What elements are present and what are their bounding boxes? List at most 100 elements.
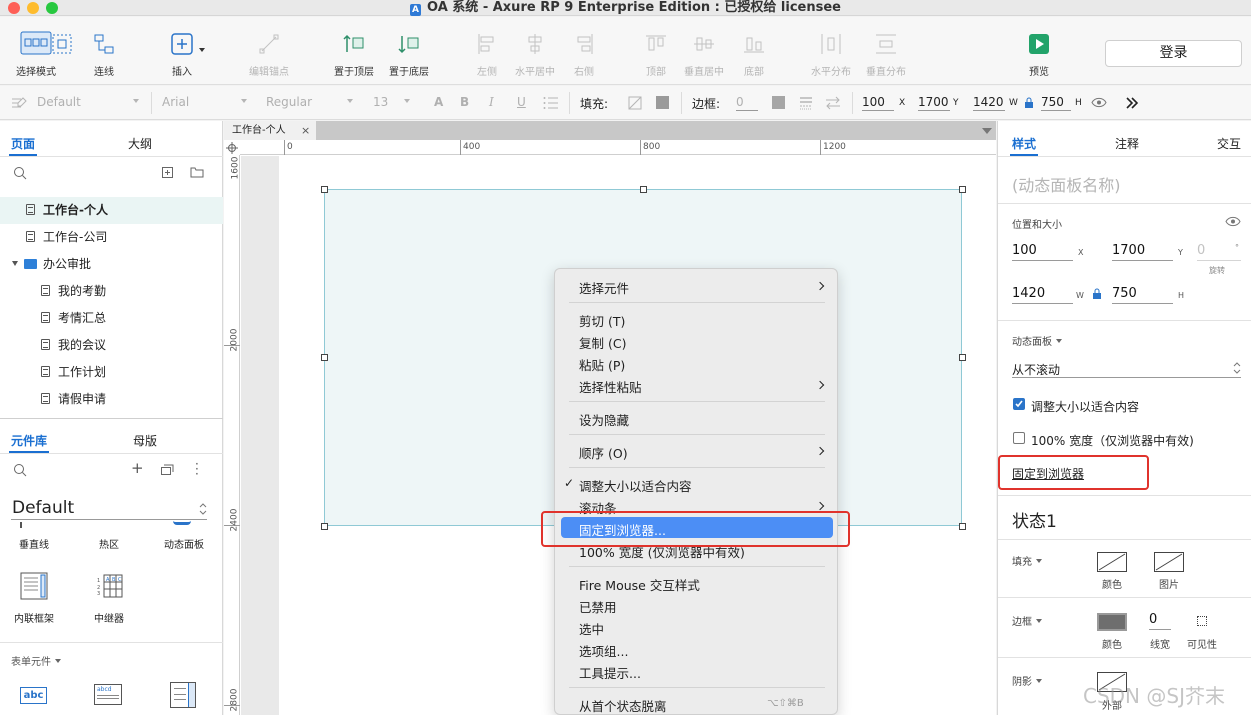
align-vcenter-button[interactable]: 垂直居中 <box>684 17 724 85</box>
align-right-button[interactable]: 右侧 <box>570 17 598 85</box>
distribute-h-button[interactable]: 水平分布 <box>811 17 851 85</box>
align-bottom-button[interactable]: 底部 <box>740 17 768 85</box>
underline-icon[interactable]: U <box>517 95 526 109</box>
bold-icon[interactable]: B <box>460 95 469 109</box>
menu-order[interactable]: 顺序 (O) <box>579 443 628 462</box>
expand-caret-icon[interactable] <box>12 261 18 266</box>
tab-library[interactable]: 元件库 <box>11 432 47 449</box>
updown-icon[interactable] <box>199 502 207 516</box>
tab-menu-icon[interactable] <box>982 128 992 134</box>
resize-handle[interactable] <box>321 186 328 193</box>
page-item[interactable]: 工作台-个人 <box>0 197 223 224</box>
page-item[interactable]: 工作台-公司 <box>0 224 223 251</box>
menu-cut[interactable]: 剪切 (T) <box>579 311 625 330</box>
tab-style[interactable]: 样式 <box>1012 135 1036 152</box>
scroll-select[interactable]: 从不滚动 <box>1012 361 1060 378</box>
insert-button[interactable]: 插入 <box>168 17 196 85</box>
tab-notes[interactable]: 注释 <box>1115 135 1139 152</box>
menu-option-group[interactable]: 选项组... <box>579 641 628 660</box>
updown-icon[interactable] <box>1233 361 1241 375</box>
border-width-input[interactable]: 0 <box>736 95 758 111</box>
border-color-swatch[interactable] <box>1097 613 1127 631</box>
menu-paste-special[interactable]: 选择性粘贴 <box>579 377 642 396</box>
menu-selected[interactable]: 选中 <box>579 619 604 638</box>
fit-content-checkbox[interactable] <box>1013 398 1025 410</box>
font-color-icon[interactable]: A <box>434 95 443 109</box>
y-input[interactable]: 1700 <box>1112 243 1173 261</box>
font-size-select[interactable]: 13 <box>373 95 388 109</box>
menu-tooltip[interactable]: 工具提示... <box>579 663 641 682</box>
menu-set-hidden[interactable]: 设为隐藏 <box>579 410 629 429</box>
w-input[interactable]: 1420 <box>973 95 1005 111</box>
form-widgets-section[interactable]: 表单元件 <box>11 653 61 668</box>
widget-vertical-line[interactable]: 垂直线 <box>5 536 63 551</box>
add-page-icon[interactable] <box>162 167 173 178</box>
fill-image-swatch[interactable] <box>1154 552 1184 572</box>
align-left-button[interactable]: 左侧 <box>473 17 501 85</box>
widget-name-input[interactable]: (动态面板名称) <box>1012 172 1121 196</box>
page-item[interactable]: 我的会议 <box>0 332 223 359</box>
font-select[interactable]: Arial <box>162 95 189 109</box>
lock-icon[interactable] <box>1024 97 1034 109</box>
eye-icon[interactable] <box>1225 216 1241 227</box>
widget-dynamic-panel[interactable]: 动态面板 <box>155 536 213 551</box>
tab-interactions[interactable]: 交互 <box>1217 135 1241 152</box>
library-select[interactable]: Default <box>12 498 74 518</box>
fill-section[interactable]: 填充 <box>1012 553 1042 568</box>
w-input[interactable]: 1420 <box>1012 286 1073 304</box>
menu-select-widget[interactable]: 选择元件 <box>579 278 629 297</box>
list-box-widget-icon[interactable] <box>170 682 196 708</box>
page-item[interactable]: 我的考勤 <box>0 278 223 305</box>
more-vertical-icon[interactable]: · · · <box>195 458 199 480</box>
align-top-button[interactable]: 顶部 <box>642 17 670 85</box>
full-width-checkbox[interactable] <box>1013 432 1025 444</box>
page-item[interactable]: 工作计划 <box>0 359 223 386</box>
resize-handle[interactable] <box>640 186 647 193</box>
page-item[interactable]: 请假申请 <box>0 386 223 413</box>
page-item[interactable]: 考情汇总 <box>0 305 223 332</box>
menu-paste[interactable]: 粘贴 (P) <box>579 355 625 374</box>
connect-button[interactable]: 连线 <box>90 17 118 85</box>
preview-button[interactable]: 预览 <box>1025 17 1053 85</box>
shadow-section[interactable]: 阴影 <box>1012 673 1042 688</box>
lock-icon[interactable] <box>1092 288 1102 300</box>
resize-handle[interactable] <box>959 523 966 530</box>
library-copy-icon[interactable] <box>161 464 174 475</box>
menu-detach-state[interactable]: 从首个状态脱离 <box>579 696 667 715</box>
tab-masters[interactable]: 母版 <box>133 432 157 449</box>
resize-handle[interactable] <box>959 186 966 193</box>
border-section[interactable]: 边框 <box>1012 613 1042 628</box>
border-style-icon[interactable] <box>799 96 813 110</box>
widget-hotspot[interactable]: 热区 <box>80 536 138 551</box>
y-input[interactable]: 1700 <box>918 95 950 111</box>
resize-handle[interactable] <box>959 354 966 361</box>
menu-fire-mouse[interactable]: Fire Mouse 交互样式 <box>579 575 700 594</box>
border-width-input[interactable]: 0 <box>1149 612 1171 630</box>
folder-item[interactable]: 办公审批 <box>0 251 223 278</box>
bring-front-button[interactable]: 置于顶层 <box>334 17 374 85</box>
widget-inline-frame[interactable]: 内联框架 <box>5 610 63 625</box>
border-visibility-icon[interactable] <box>1197 616 1207 626</box>
widget-repeater[interactable]: 中继器 <box>80 610 138 625</box>
add-folder-icon[interactable] <box>190 167 204 178</box>
style-select[interactable]: Default <box>37 95 81 109</box>
tab-outline[interactable]: 大纲 <box>128 135 152 152</box>
menu-fit-content[interactable]: 调整大小以适合内容 <box>579 476 692 495</box>
more-chevron-icon[interactable] <box>1125 96 1139 110</box>
dynamic-panel-section[interactable]: 动态面板 <box>1012 333 1062 348</box>
x-input[interactable]: 100 <box>862 95 894 111</box>
eye-icon[interactable] <box>1091 97 1107 108</box>
edit-anchor-button[interactable]: 编辑锚点 <box>249 17 289 85</box>
text-area-widget-icon[interactable]: abcd <box>94 684 122 705</box>
text-field-widget-icon[interactable]: abc <box>20 687 47 704</box>
resize-handle[interactable] <box>321 523 328 530</box>
login-button[interactable]: 登录 <box>1105 40 1242 67</box>
tab-workbench-personal[interactable]: 工作台-个人 × <box>224 121 316 140</box>
weight-select[interactable]: Regular <box>266 95 312 109</box>
search-icon[interactable] <box>13 463 27 477</box>
tab-pages[interactable]: 页面 <box>11 135 35 152</box>
state-name[interactable]: 状态1 <box>1012 507 1057 532</box>
h-input[interactable]: 750 <box>1112 286 1173 304</box>
fill-color-swatch[interactable] <box>1097 552 1127 572</box>
italic-icon[interactable]: I <box>489 95 494 109</box>
